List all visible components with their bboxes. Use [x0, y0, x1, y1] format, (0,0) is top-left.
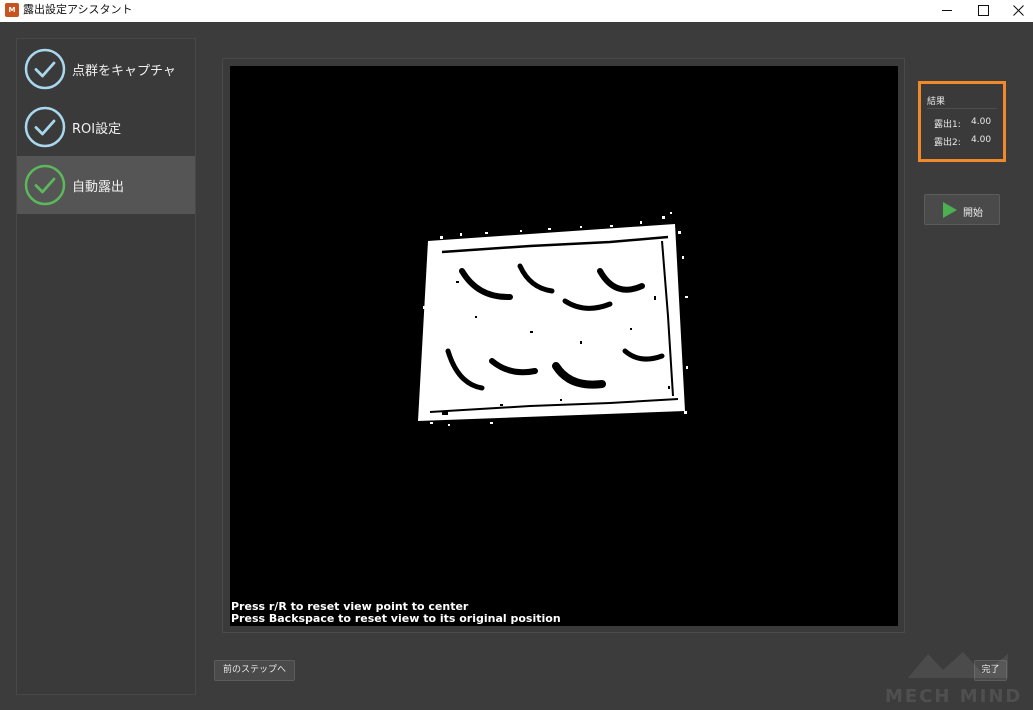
- check-circle-icon: [24, 164, 66, 206]
- start-button-label: 開始: [963, 208, 983, 219]
- results-title: 結果: [927, 97, 946, 107]
- maximize-button[interactable]: [965, 0, 1001, 22]
- point-cloud-viewport[interactable]: Press r/R to reset view point to center …: [230, 66, 898, 626]
- exposure2-label: 露出2:: [934, 138, 961, 148]
- results-divider: [927, 108, 997, 109]
- point-cloud-render: [418, 212, 688, 426]
- previous-step-button[interactable]: 前のステップへ: [214, 660, 295, 681]
- minimize-button[interactable]: [929, 0, 965, 22]
- check-circle-icon: [24, 48, 66, 90]
- step-label: 自動露出: [72, 180, 125, 195]
- results-panel: 結果 露出1: 4.00 露出2: 4.00: [918, 81, 1006, 162]
- exposure1-value: 4.00: [971, 117, 992, 127]
- app-logo-icon: M: [5, 3, 19, 17]
- step-roi-settings[interactable]: ROI設定: [17, 98, 195, 156]
- window-title: 露出設定アシスタント: [23, 3, 133, 16]
- exposure2-value: 4.00: [971, 135, 992, 145]
- play-icon: [943, 202, 957, 218]
- watermark-text: MECH MIND: [885, 686, 1023, 707]
- step-label: 点群をキャプチャ: [72, 64, 176, 79]
- step-label: ROI設定: [72, 122, 122, 137]
- step-capture-point-cloud[interactable]: 点群をキャプチャ: [17, 40, 195, 98]
- step-auto-exposure[interactable]: 自動露出: [17, 156, 195, 214]
- watermark-logo-icon: [908, 652, 1008, 678]
- viewport-frame: Press r/R to reset view point to center …: [222, 58, 905, 633]
- view-hint-text: Press Backspace to reset view to its ori…: [231, 612, 561, 625]
- title-bar: M 露出設定アシスタント: [0, 0, 1033, 22]
- step-sidebar: 点群をキャプチャ ROI設定 自動露出: [16, 38, 196, 695]
- close-button[interactable]: [1000, 0, 1033, 22]
- close-icon: [1013, 5, 1024, 16]
- start-button[interactable]: 開始: [924, 194, 1000, 225]
- exposure1-label: 露出1:: [934, 120, 961, 130]
- check-circle-icon: [24, 106, 66, 148]
